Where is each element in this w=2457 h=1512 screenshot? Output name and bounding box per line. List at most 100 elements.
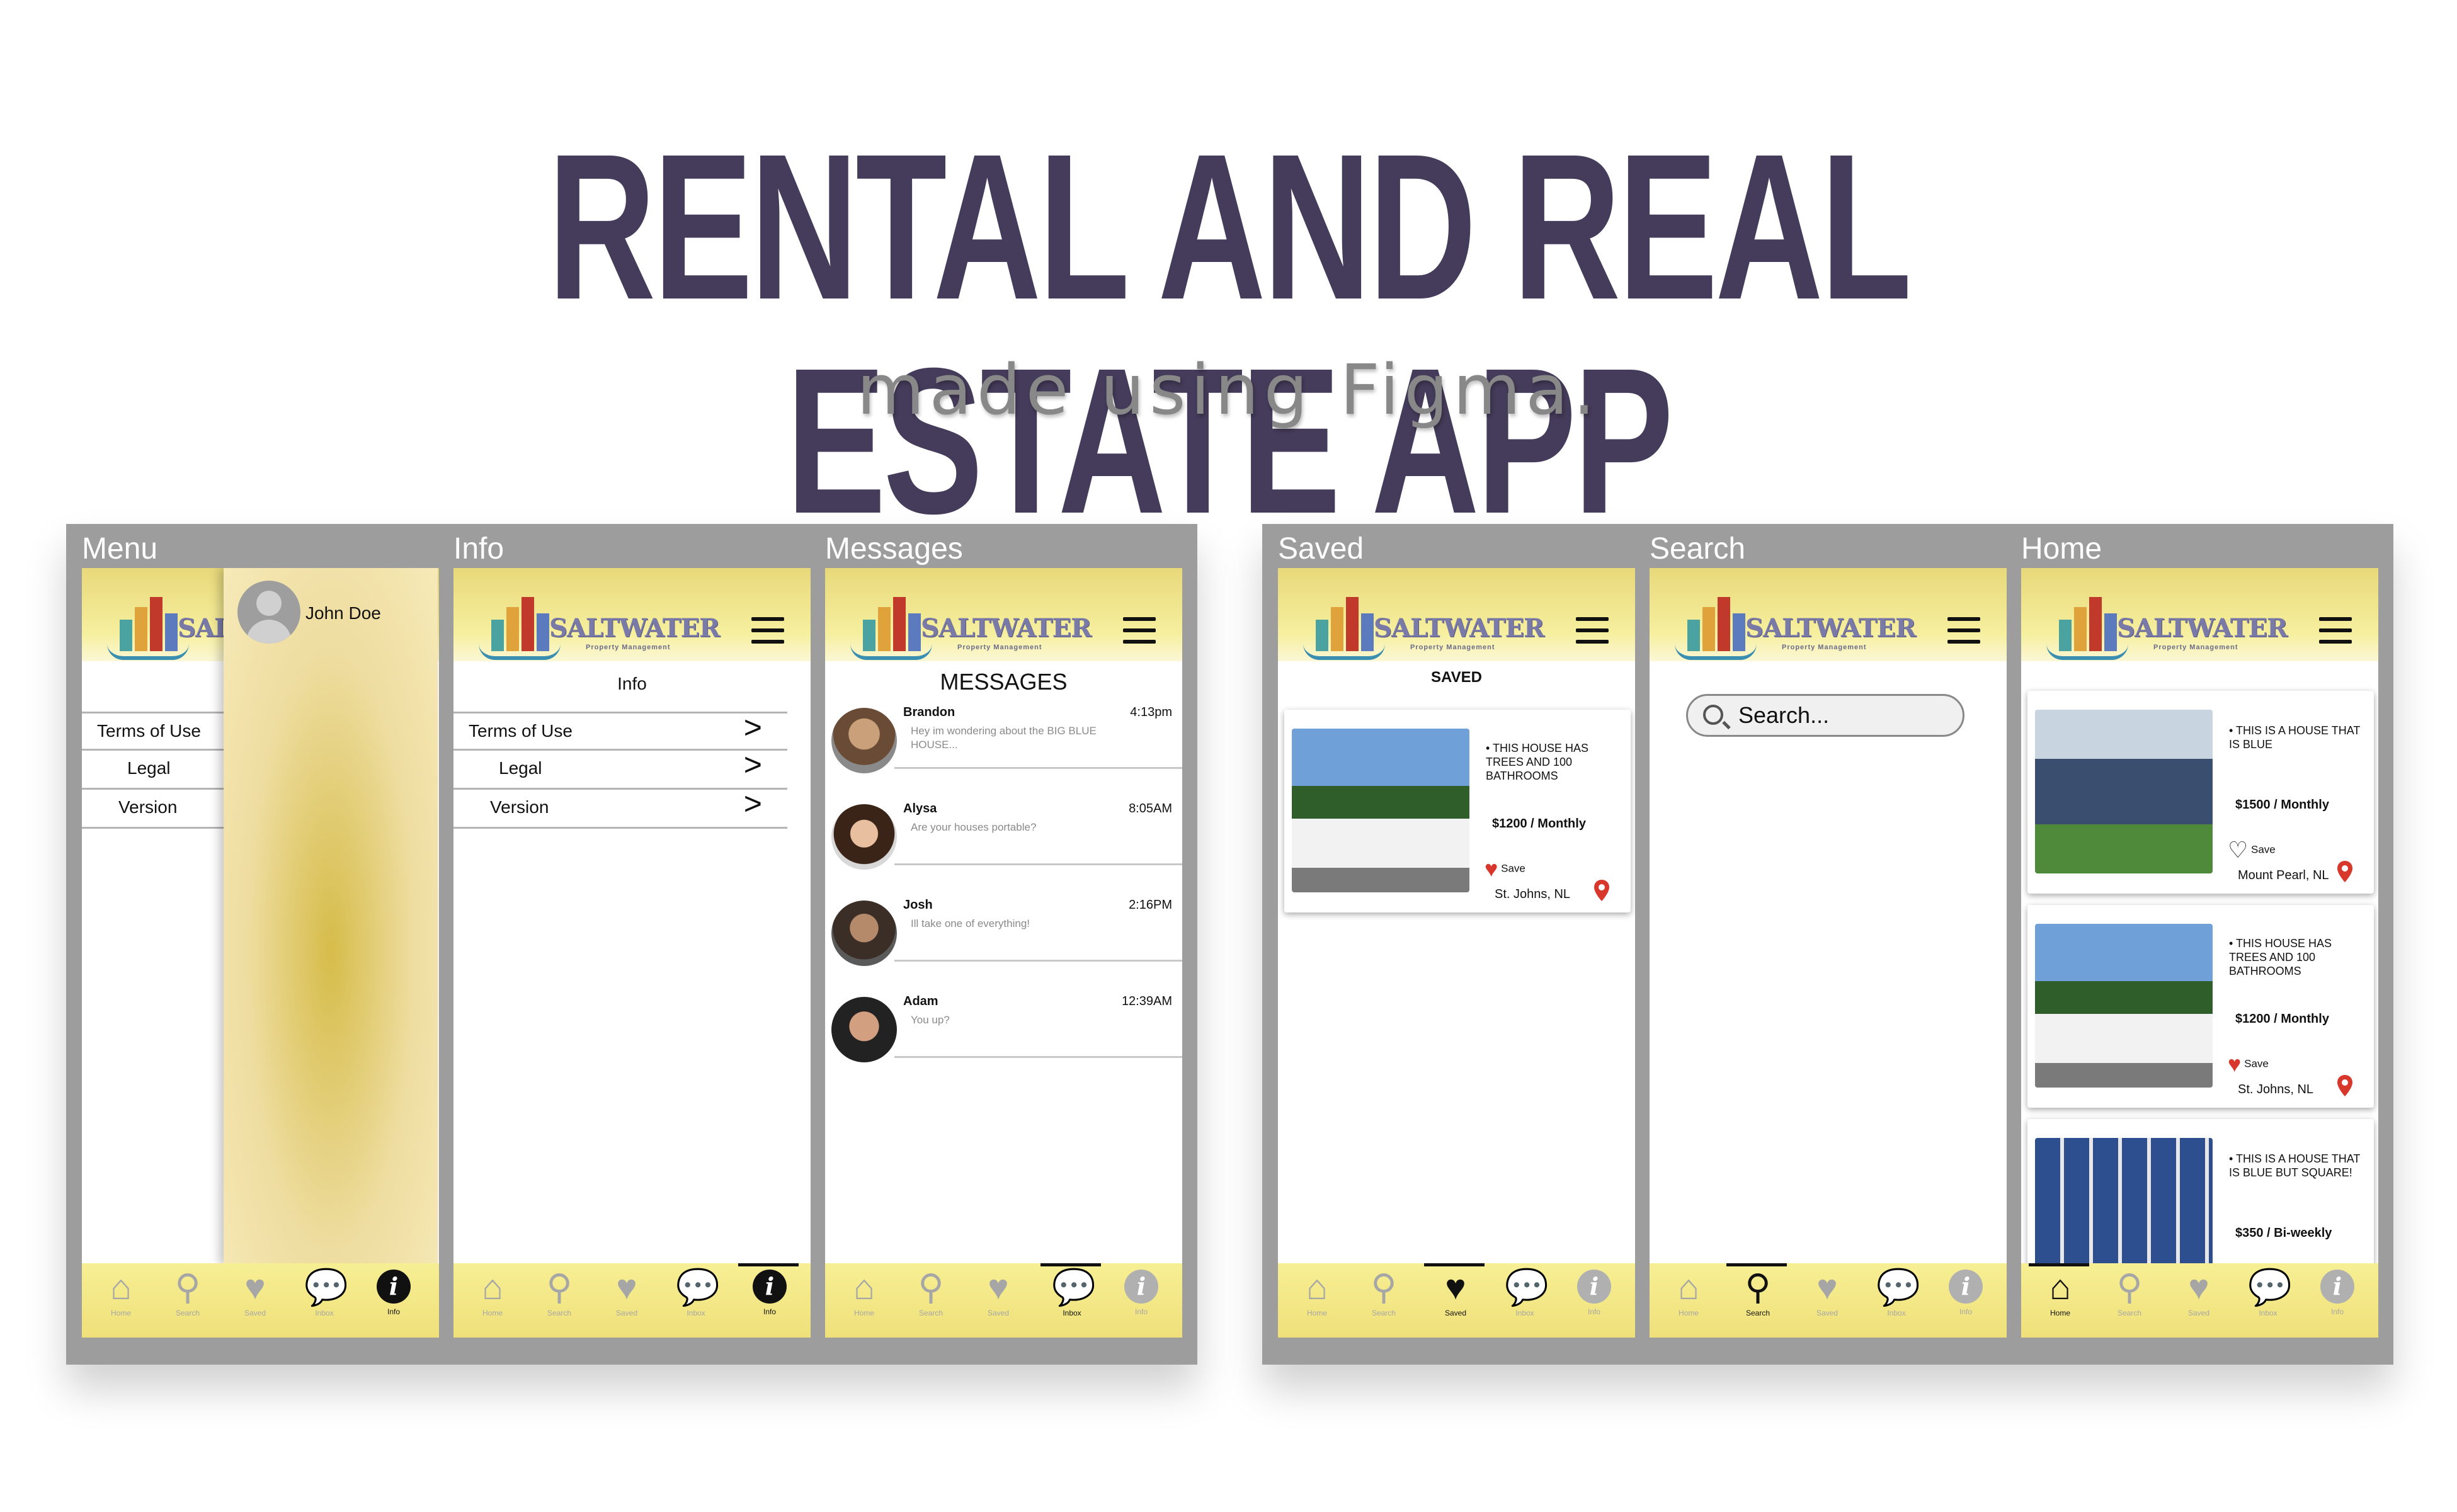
avatar — [831, 997, 897, 1062]
chat-icon: 💬 — [1505, 1267, 1549, 1307]
heart-outline-icon: ♡ — [2228, 837, 2249, 863]
nav-saved[interactable]: ♥ Saved — [224, 1270, 287, 1318]
menu-item-version[interactable]: Version — [82, 790, 227, 829]
heart-icon: ♥ — [2188, 1267, 2209, 1307]
brand-name: SALTWATER — [1745, 613, 1916, 643]
chevron-right-icon: > — [743, 710, 762, 745]
nav-inbox[interactable]: 💬 Inbox — [293, 1267, 356, 1318]
avatar — [831, 804, 897, 870]
nav-saved[interactable]: ♥ Saved — [2167, 1267, 2230, 1318]
location-pin-icon[interactable] — [2337, 1075, 2352, 1096]
nav-inbox[interactable]: 💬 Inbox — [1865, 1267, 1928, 1318]
heart-icon: ♥ — [1485, 856, 1498, 882]
heart-icon: ♥ — [616, 1267, 637, 1307]
right-board: Saved Search Home SALTWATER Property Man… — [1262, 524, 2393, 1365]
listing-card[interactable]: • THIS HOUSE HAS TREES AND 100 BATHROOMS… — [2027, 905, 2374, 1108]
search-input[interactable]: Search... — [1686, 694, 1964, 737]
frame-label-home: Home — [2021, 532, 2102, 566]
nav-saved[interactable]: ♥ Saved — [967, 1270, 1030, 1318]
avatar — [831, 708, 897, 773]
saved-screen: SALTWATER Property Management SAVED • TH… — [1278, 568, 1635, 1338]
info-screen: SALTWATER Property Management Info Terms… — [453, 568, 811, 1338]
info-item-legal[interactable]: Legal > — [453, 747, 787, 790]
nav-home[interactable]: ⌂ Home — [833, 1267, 896, 1318]
app-header: SALTWATER Property Management — [1278, 568, 1635, 661]
search-icon: ⚲ — [174, 1267, 201, 1307]
search-icon — [1703, 705, 1723, 725]
nav-search[interactable]: ⚲ Search — [899, 1267, 962, 1318]
nav-home[interactable]: ⌂ Home — [1286, 1270, 1348, 1318]
home-icon: ⌂ — [110, 1267, 132, 1307]
search-icon: ⚲ — [2116, 1267, 2143, 1307]
nav-info[interactable]: i Info — [362, 1270, 425, 1316]
menu-item-terms[interactable]: Terms of Use — [82, 712, 227, 751]
avatar[interactable] — [237, 581, 300, 644]
nav-search[interactable]: ⚲ Search — [1726, 1267, 1789, 1318]
nav-home[interactable]: ⌂ Home — [89, 1267, 152, 1318]
hamburger-menu-icon[interactable] — [1576, 617, 1609, 644]
menu-item-legal[interactable]: Legal — [82, 751, 227, 790]
saltwater-logo: SALTWATER Property Management — [1303, 594, 1544, 664]
saltwater-logo: SALTWATER Property Management — [850, 594, 1092, 664]
save-button[interactable]: ♥ Save — [1485, 856, 1525, 882]
info-icon: i — [1577, 1270, 1611, 1304]
listing-photo — [2035, 1138, 2213, 1276]
location-pin-icon[interactable] — [2337, 861, 2352, 882]
nav-saved[interactable]: ♥ Saved — [1424, 1270, 1487, 1318]
save-button[interactable]: ♡ Save — [2228, 837, 2276, 863]
nav-saved[interactable]: ♥ Saved — [595, 1267, 658, 1318]
hamburger-menu-icon[interactable] — [751, 617, 784, 644]
nav-inbox[interactable]: 💬 Inbox — [2237, 1270, 2300, 1318]
listing-card[interactable]: • THIS HOUSE HAS TREES AND 100 BATHROOMS… — [1284, 710, 1631, 912]
listing-card[interactable]: • THIS IS A HOUSE THAT IS BLUE $1500 / M… — [2027, 691, 2374, 894]
location-pin-icon[interactable] — [1594, 880, 1609, 901]
nav-search[interactable]: ⚲ Search — [2098, 1267, 2161, 1318]
search-icon: ⚲ — [1371, 1267, 1397, 1307]
brand-name: SALTWATER — [2117, 613, 2288, 643]
info-icon: i — [377, 1270, 411, 1304]
saltwater-logo: SALTWATER Property Management — [2046, 594, 2288, 664]
bottom-nav: ⌂ Home ⚲ Search ♥ Saved 💬 Inbox i Info — [2021, 1263, 2378, 1338]
frame-label-search: Search — [1650, 532, 1746, 566]
brand-name: SALTWATER — [921, 613, 1092, 643]
brand-name: SALTWATER — [549, 613, 720, 643]
nav-saved[interactable]: ♥ Saved — [1796, 1270, 1859, 1318]
info-item-version[interactable]: Version > — [453, 786, 787, 829]
nav-search[interactable]: ⚲ Search — [156, 1267, 219, 1318]
search-icon: ⚲ — [1745, 1267, 1771, 1307]
search-icon: ⚲ — [918, 1267, 944, 1307]
home-icon: ⌂ — [853, 1267, 875, 1307]
saltwater-logo: SALTWATER Property Management — [479, 594, 720, 664]
nav-home[interactable]: ⌂ Home — [1657, 1270, 1720, 1318]
hamburger-menu-icon[interactable] — [2319, 617, 2352, 644]
bottom-nav: ⌂ Home ⚲ Search ♥ Saved 💬 Inbox i Info — [825, 1263, 1182, 1338]
nav-inbox[interactable]: 💬 Inbox — [1040, 1270, 1103, 1318]
chat-icon: 💬 — [1876, 1267, 1920, 1307]
message-thread[interactable]: Brandon 4:13pm Hey im wondering about th… — [825, 702, 1182, 796]
message-thread[interactable]: Adam 12:39AM You up? — [825, 991, 1182, 1085]
info-icon: i — [753, 1270, 787, 1304]
frame-label-messages: Messages — [825, 532, 963, 566]
nav-info[interactable]: i Info — [2306, 1270, 2369, 1316]
hamburger-menu-icon[interactable] — [1123, 617, 1156, 644]
nav-info[interactable]: i Info — [1934, 1270, 1997, 1316]
nav-info[interactable]: i Info — [1563, 1270, 1626, 1316]
nav-info[interactable]: i Info — [738, 1270, 801, 1316]
messages-screen: SALTWATER Property Management MESSAGES B… — [825, 568, 1182, 1338]
save-button[interactable]: ♥ Save — [2228, 1051, 2269, 1077]
nav-home[interactable]: ⌂ Home — [461, 1270, 524, 1318]
nav-info[interactable]: i Info — [1110, 1270, 1173, 1316]
nav-inbox[interactable]: 💬 Inbox — [1493, 1267, 1556, 1318]
messages-heading: MESSAGES — [940, 669, 1068, 695]
nav-search[interactable]: ⚲ Search — [528, 1270, 591, 1318]
chat-icon: 💬 — [304, 1267, 348, 1307]
nav-home[interactable]: ⌂ Home — [2029, 1270, 2092, 1318]
message-thread[interactable]: Alysa 8:05AM Are your houses portable? — [825, 798, 1182, 892]
message-thread[interactable]: Josh 2:16PM Ill take one of everything! — [825, 894, 1182, 989]
menu-screen: SALTWATER Terms of Use Legal Version Joh… — [82, 568, 439, 1338]
nav-inbox[interactable]: 💬 Inbox — [664, 1270, 727, 1318]
info-item-terms[interactable]: Terms of Use > — [453, 710, 787, 751]
side-drawer: John Doe — [224, 568, 438, 1266]
nav-search[interactable]: ⚲ Search — [1352, 1267, 1415, 1318]
hamburger-menu-icon[interactable] — [1947, 617, 1980, 644]
